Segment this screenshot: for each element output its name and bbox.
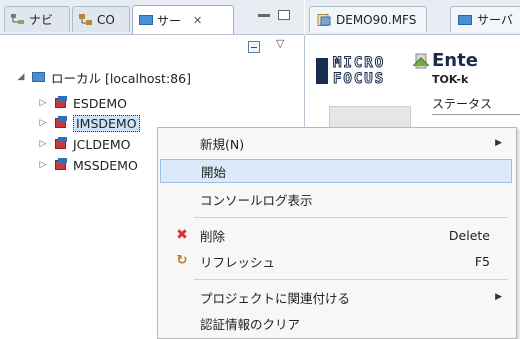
tree-root-local[interactable]: ◢ ローカル [localhost:86] <box>16 67 191 87</box>
logo-mark <box>316 58 328 84</box>
refresh-icon: ↻ <box>176 253 188 268</box>
menu-item-refresh[interactable]: ↻ リフレッシュ F5 <box>160 249 512 273</box>
tab-label: DEMO90.MFS <box>336 12 417 27</box>
view-menu-icon[interactable]: ▽ <box>276 37 284 50</box>
tree-item-label: ESDEMO <box>73 95 127 111</box>
enterprise-server-icon <box>412 52 430 70</box>
status-column-header: ステータス <box>432 95 520 115</box>
tree-item-imsdemo[interactable]: ▷ IMSDEMO <box>38 113 140 133</box>
tree-item-mssdemo[interactable]: ▷ MSSDEMO <box>38 155 138 175</box>
minimize-icon[interactable] <box>258 14 270 17</box>
delete-icon: ✖ <box>176 227 188 243</box>
view-toolbar: ▽ <box>248 37 300 57</box>
menu-item-associate-project[interactable]: プロジェクトに関連付ける ▶ <box>160 285 512 309</box>
submenu-arrow-icon: ▶ <box>495 292 502 302</box>
tab-navigator[interactable]: ナビ <box>4 6 70 32</box>
tree-item-jcldemo[interactable]: ▷ JCLDEMO <box>38 134 131 154</box>
tab-demo90-mfs[interactable]: DEMO90.MFS <box>309 6 427 32</box>
region-icon <box>54 158 68 172</box>
tab-server-editor[interactable]: サーバ <box>450 6 520 32</box>
server-view-tabbar: ナビ CO サー ✕ <box>0 0 304 35</box>
host-name: TOK-k <box>432 73 469 86</box>
server-icon <box>139 14 153 26</box>
tree-item-esdemo[interactable]: ▷ ESDEMO <box>38 93 127 113</box>
tab-label: CO <box>97 12 115 27</box>
tree-root-label: ローカル [localhost:86] <box>51 70 191 86</box>
enterprise-server-title: Ente <box>432 50 478 71</box>
region-icon <box>54 137 68 151</box>
tab-label: サーバ <box>477 13 513 27</box>
tree-item-label: IMSDEMO <box>73 114 140 132</box>
close-icon[interactable]: ✕ <box>193 14 202 27</box>
package-explorer-icon <box>79 13 93 26</box>
expand-arrow-icon[interactable]: ▷ <box>38 98 48 108</box>
context-menu: 新規(N) ▶ 開始 コンソールログ表示 ✖ 削除 Delete ↻ リフレッシ… <box>157 127 517 339</box>
maximize-icon[interactable] <box>278 10 290 20</box>
tab-package-explorer[interactable]: CO <box>72 6 130 32</box>
menu-item-start[interactable]: 開始 <box>160 159 512 183</box>
tab-label: サー <box>157 13 182 28</box>
server-icon <box>32 71 46 83</box>
menu-item-clear-credentials[interactable]: 認証情報のクリア <box>160 311 512 335</box>
menu-separator <box>194 279 508 280</box>
navigator-icon <box>11 13 25 26</box>
menu-item-show-console-log[interactable]: コンソールログ表示 <box>160 187 512 211</box>
menu-item-delete[interactable]: ✖ 削除 Delete <box>160 223 512 247</box>
collapse-arrow-icon[interactable]: ◢ <box>16 72 26 82</box>
expand-arrow-icon[interactable]: ▷ <box>38 160 48 170</box>
file-icon <box>317 13 331 26</box>
server-icon <box>458 14 472 26</box>
submenu-arrow-icon: ▶ <box>495 138 502 148</box>
tab-label: ナビ <box>29 13 54 27</box>
menu-item-new[interactable]: 新規(N) ▶ <box>160 131 512 155</box>
expand-arrow-icon[interactable]: ▷ <box>38 118 48 128</box>
tab-servers[interactable]: サー ✕ <box>132 5 234 34</box>
editor-tabbar: DEMO90.MFS サーバ <box>305 0 520 35</box>
tree-item-label: MSSDEMO <box>73 157 138 173</box>
tree-item-label: JCLDEMO <box>73 136 131 152</box>
menu-separator <box>194 217 508 218</box>
collapse-all-icon[interactable] <box>248 41 260 53</box>
region-icon <box>54 116 68 130</box>
micro-focus-logo: MICRO FOCUS <box>316 52 406 90</box>
expand-arrow-icon[interactable]: ▷ <box>38 139 48 149</box>
region-icon <box>54 96 68 110</box>
